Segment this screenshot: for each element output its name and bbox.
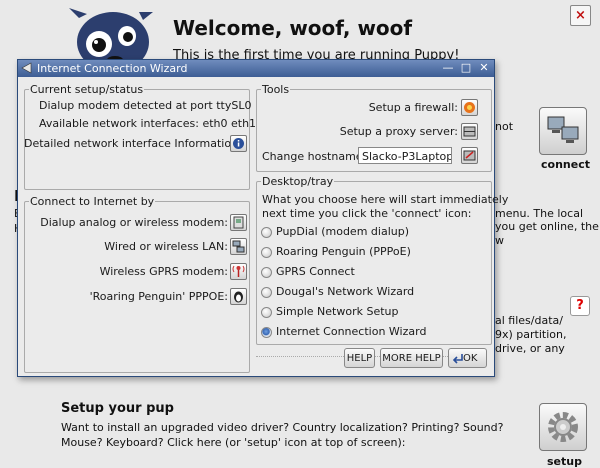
proxy-label: Setup a proxy server:: [339, 125, 458, 138]
connect-lan-label: Wired or wireless LAN:: [104, 240, 228, 253]
connect-gprs-button[interactable]: [230, 263, 247, 280]
connect-pppoe-label: 'Roaring Penguin' PPPOE:: [89, 290, 228, 303]
antenna-icon: [232, 265, 245, 277]
close-icon[interactable]: ×: [570, 5, 591, 26]
current-status-heading: Current setup/status: [29, 83, 145, 96]
info-button[interactable]: [230, 135, 247, 152]
hostname-button[interactable]: [461, 147, 478, 164]
radio-dougals-wizard[interactable]: Dougal's Network Wizard: [261, 285, 521, 299]
radio-label: Roaring Penguin (PPPoE): [276, 245, 411, 258]
proxy-icon: [463, 126, 476, 137]
radio-pupdial[interactable]: PupDial (modem dialup): [261, 225, 521, 239]
setup-button[interactable]: [539, 403, 587, 451]
firewall-icon: [464, 102, 475, 113]
connect-button[interactable]: [539, 107, 587, 155]
radio-label: Internet Connection Wizard: [276, 325, 427, 338]
hostname-label: Change hostname:: [262, 150, 367, 163]
modem-status: Dialup modem detected at port ttySL0: [39, 99, 252, 112]
help-button[interactable]: HELP: [344, 348, 375, 368]
connect-modem-label: Dialup analog or wireless modem:: [40, 216, 228, 229]
maximize-icon[interactable]: □: [459, 61, 473, 75]
info-icon: [233, 138, 244, 149]
penguin-icon: [234, 291, 243, 303]
radio-button[interactable]: [261, 227, 272, 238]
tools-heading: Tools: [261, 83, 291, 96]
firewall-button[interactable]: [461, 99, 478, 116]
welcome-text-fragment: drive, or any: [495, 342, 565, 355]
radio-button-selected[interactable]: [261, 327, 272, 338]
setup-label: setup: [547, 455, 582, 468]
connect-label: connect: [541, 158, 590, 171]
app-icon: [21, 62, 32, 74]
minimize-icon[interactable]: —: [441, 61, 455, 75]
connect-lan-button[interactable]: [230, 238, 247, 255]
ok-arrow-icon: [452, 354, 463, 364]
proxy-button[interactable]: [461, 123, 478, 140]
firewall-label: Setup a firewall:: [368, 101, 458, 114]
dialog-titlebar[interactable]: Internet Connection Wizard — □ ✕: [18, 60, 494, 77]
network-computers-icon: [547, 116, 579, 143]
help-icon[interactable]: ?: [570, 296, 590, 316]
connect-gprs-label: Wireless GPRS modem:: [99, 265, 228, 278]
desktop-desc-line2: next time you click the 'connect' icon:: [262, 207, 472, 220]
edit-icon: [463, 150, 476, 161]
connect-modem-button[interactable]: [230, 214, 247, 231]
radio-label: GPRS Connect: [276, 265, 355, 278]
connection-wizard-dialog: Internet Connection Wizard — □ ✕ Current…: [17, 59, 508, 377]
radio-button[interactable]: [261, 287, 272, 298]
detail-info-label: Detailed network interface Information:: [24, 137, 242, 150]
ok-label: OK: [463, 353, 478, 364]
radio-button[interactable]: [261, 247, 272, 258]
ok-button[interactable]: OK: [448, 348, 487, 368]
setup-title: Setup your pup: [61, 401, 174, 416]
welcome-title: Welcome, woof, woof: [173, 16, 413, 40]
radio-label: Simple Network Setup: [276, 305, 399, 318]
setup-description: Want to install an upgraded video driver…: [61, 421, 504, 449]
radio-button[interactable]: [261, 307, 272, 318]
radio-roaring-penguin[interactable]: Roaring Penguin (PPPoE): [261, 245, 521, 259]
radio-gprs-connect[interactable]: GPRS Connect: [261, 265, 521, 279]
desktop-tray-heading: Desktop/tray: [261, 175, 335, 188]
radio-button[interactable]: [261, 267, 272, 278]
radio-simple-network[interactable]: Simple Network Setup: [261, 305, 521, 319]
connect-pppoe-button[interactable]: [230, 288, 247, 305]
network-icon: [232, 240, 245, 253]
welcome-text-fragment: menu. The local: [495, 207, 584, 220]
interfaces-status: Available network interfaces: eth0 eth1: [39, 117, 257, 130]
connect-by-heading: Connect to Internet by: [29, 195, 156, 208]
radio-connection-wizard[interactable]: Internet Connection Wizard: [261, 325, 521, 339]
modem-icon: [233, 216, 244, 229]
close-icon[interactable]: ✕: [477, 61, 491, 75]
welcome-text-fragment: not: [495, 120, 514, 133]
dialog-title: Internet Connection Wizard: [37, 62, 188, 75]
gear-icon: [548, 412, 578, 442]
hostname-input[interactable]: Slacko-P3Laptop: [358, 147, 452, 164]
more-help-button[interactable]: MORE HELP: [380, 348, 443, 368]
radio-label: Dougal's Network Wizard: [276, 285, 415, 298]
radio-label: PupDial (modem dialup): [276, 225, 409, 238]
desktop-desc-line1: What you choose here will start immediat…: [262, 193, 509, 206]
